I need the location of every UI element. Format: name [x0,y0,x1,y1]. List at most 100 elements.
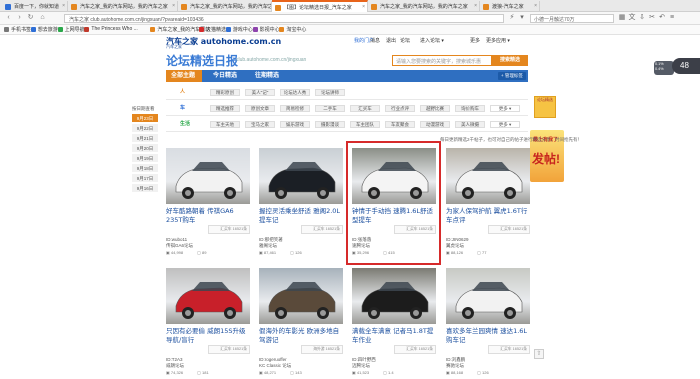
tab-2[interactable]: 汽车之家_我的汽车网站，我的汽车之家 × [178,1,272,12]
post-tag[interactable]: 汇买车 16521条 [394,345,436,354]
filter-chip[interactable]: 更多 ▾ [490,105,520,112]
topnav-link[interactable]: 进入论坛 ▾ [420,37,444,44]
filter-chip[interactable]: 宝马之家 [245,121,275,128]
manage-tags-button[interactable]: + 管理标签 [498,72,526,80]
post-card[interactable]: 好车酷路朝着 传祺GA6 235T购车 汇买车 16521条 ID:wubo11 传祺… [166,148,250,255]
tab-close-icon[interactable]: × [474,3,477,9]
filter-chip[interactable]: 动漫游戏 [420,121,450,128]
post-thumbnail[interactable] [166,148,250,204]
bookmark-item[interactable]: 淘宝中心 [279,26,306,33]
bookmark-item[interactable]: 想去旅游 [30,26,58,33]
post-card[interactable]: 为家人保驾护航 翼虎1.6T行车点评 汇买车 16521条 ID:JIN0629 翼虎… [446,148,530,255]
post-title[interactable]: 满载全车满意 记者马1.8T提车作业 [352,327,436,344]
topnav-link[interactable]: 更多应用 ▾ [486,37,510,44]
post-tag[interactable]: 汇买车 16521条 [488,225,530,234]
date-item[interactable]: 9月20日 [132,144,158,153]
filter-chip[interactable]: 精选推荐 [210,105,240,112]
date-item[interactable]: 9月21日 [132,134,158,143]
post-thumbnail[interactable] [352,268,436,324]
post-title[interactable]: 为家人保驾护航 翼虎1.6T行车点评 [446,207,530,224]
menu-icon[interactable]: ≡ [668,14,676,22]
post-title[interactable]: 好车酷路朝着 传祺GA6 235T购车 [166,207,250,224]
filter-chip[interactable]: 摄影漫谈 [315,121,345,128]
tab-1[interactable]: 汽车之家_我的汽车网站，我的汽车之家 × [68,1,178,12]
post-card[interactable]: 握控灵活乘坐舒适 雅阁2.0L提车记 汇买车 16521条 ID:那把笑著 雅阁论坛 ▣… [259,148,343,255]
date-item[interactable]: 9月17日 [132,174,158,183]
url-bar[interactable]: 汽车之家 club.autohome.com.cn/jingxuan/?pvar… [64,14,504,23]
tab-close-icon[interactable]: × [362,4,365,10]
tab-nav-1[interactable]: 今日精选 [208,70,244,82]
post-tag[interactable]: 海外游 16521条 [301,345,343,354]
post-card[interactable]: 假海外的车影光 欧洲多地自驾游记 海外游 16521条 ID:rogeruoffer… [259,268,343,375]
post-thumbnail[interactable] [166,268,250,324]
date-item[interactable]: 9月18日 [132,164,158,173]
post-title[interactable]: 喜欢多年兰园爽情 速达1.6L购车记 [446,327,530,344]
post-tag[interactable]: 汇买车 16521条 [301,225,343,234]
filter-chip[interactable]: 汇买车 [350,105,380,112]
tab-close-icon[interactable]: × [534,3,537,9]
speed-badge[interactable]: 48 [672,58,700,74]
post-card[interactable]: 满载全车满意 记者马1.8T提车作业 汇买车 16521条 ID:四叶野西 迈腾论坛 ▣… [352,268,436,375]
post-forum[interactable]: 赛驰论坛 [446,363,530,369]
site-search-input[interactable]: 请输入您要搜索的关键字，搜索城乐惠 [392,55,492,66]
filter-chip[interactable]: 车友聚会 [385,121,415,128]
tab-nav-2[interactable]: 往期精选 [250,70,286,82]
home-icon[interactable]: ⌂ [38,14,47,23]
filter-chip[interactable]: 精彩原创 [210,89,240,96]
date-item-top[interactable]: 9月23日 [132,114,158,123]
post-title[interactable]: 假海外的车影光 欧洲多地自驾游记 [259,327,343,344]
post-tag[interactable]: 汇买车 16521条 [488,345,530,354]
post-forum[interactable]: 迈腾论坛 [352,363,436,369]
date-item[interactable]: 9月16日 [132,184,158,193]
filter-chip[interactable]: 车主团队 [350,121,380,128]
tab-nav-0[interactable]: 全部主题 [166,70,202,82]
filter-chip[interactable]: 娱乐游戏 [280,121,310,128]
bookmark-item[interactable]: 天猫精选 [199,26,226,33]
filter-chip[interactable]: 车主天地 [210,121,240,128]
back-icon[interactable]: ‹ [4,14,13,23]
tab-0[interactable]: 百度一下，你就知道 × [2,1,68,12]
scroll-top-button[interactable]: ⇧ [534,349,544,359]
filter-chip[interactable]: 原创文章 [245,105,275,112]
post-forum[interactable]: 雅阁论坛 [259,243,343,249]
bookmark-item[interactable]: 游戏中心 [225,26,253,33]
grid-icon[interactable]: ▦ [618,14,626,22]
lightning-icon[interactable]: ⚡ [508,14,516,22]
download-icon[interactable]: ⇩ [638,14,646,22]
topnav-link[interactable]: 消息 [370,37,380,44]
post-thumbnail[interactable] [259,148,343,204]
post-title[interactable]: 只因有必要偷 威朗15S升级导航/盲行 [166,327,250,344]
tab-4[interactable]: 汽车之家_我的汽车网站，我的汽车之家 × [368,1,480,12]
browser-search-input[interactable]: 小德一月触达70万 [530,14,614,23]
tab-close-icon[interactable]: × [62,3,65,9]
topnav-link[interactable]: 退出 [386,37,396,44]
tab-3[interactable]: 【图】论坛精选日报_汽车之家 × [272,0,368,12]
tab-close-icon[interactable]: × [266,3,269,9]
post-title[interactable]: 握控灵活乘坐舒适 雅阁2.0L提车记 [259,207,343,224]
topnav-link[interactable]: 更多 [470,37,480,44]
filter-chip[interactable]: 行业点评 [385,105,415,112]
dropdown-icon[interactable]: ▾ [518,14,526,22]
refresh-icon[interactable]: ↻ [26,14,35,23]
bookmark-item[interactable]: The Princess Who ... [84,26,138,32]
site-logo[interactable]: 汽车之家 autohome.com.cn [166,36,281,47]
forward-icon[interactable]: › [15,14,24,23]
bookmark-item[interactable]: 手机书签 [4,26,31,33]
post-card[interactable]: 只因有必要偷 威朗15S升级导航/盲行 汇买车 16521条 ID:T2A3 威朗论坛… [166,268,250,375]
filter-chip[interactable]: 论坛达人秀 [280,89,310,96]
date-item[interactable]: 9月22日 [132,124,158,133]
filter-chip[interactable]: 简易检修 [280,105,310,112]
filter-chip[interactable]: 二手车 [315,105,345,112]
filter-chip[interactable]: 更多 ▾ [490,121,520,128]
bookmark-item[interactable]: 影视中心 [252,26,280,33]
post-tag[interactable]: 汇买车 16521条 [208,225,250,234]
filter-chip[interactable]: 越野比赛 [420,105,450,112]
post-forum[interactable]: KC Classic 论坛 [259,363,343,369]
tab-close-icon[interactable]: × [172,3,175,9]
topnav-link[interactable]: 论坛 [400,37,410,44]
post-forum[interactable]: 威朗论坛 [166,363,250,369]
tab-5[interactable]: 渡狼-汽车之家 × [480,1,540,12]
cut-icon[interactable]: ✂ [648,14,656,22]
bookmark-item[interactable]: 上网导航 [57,26,85,33]
search-button[interactable]: 搜索精选 [492,55,528,66]
